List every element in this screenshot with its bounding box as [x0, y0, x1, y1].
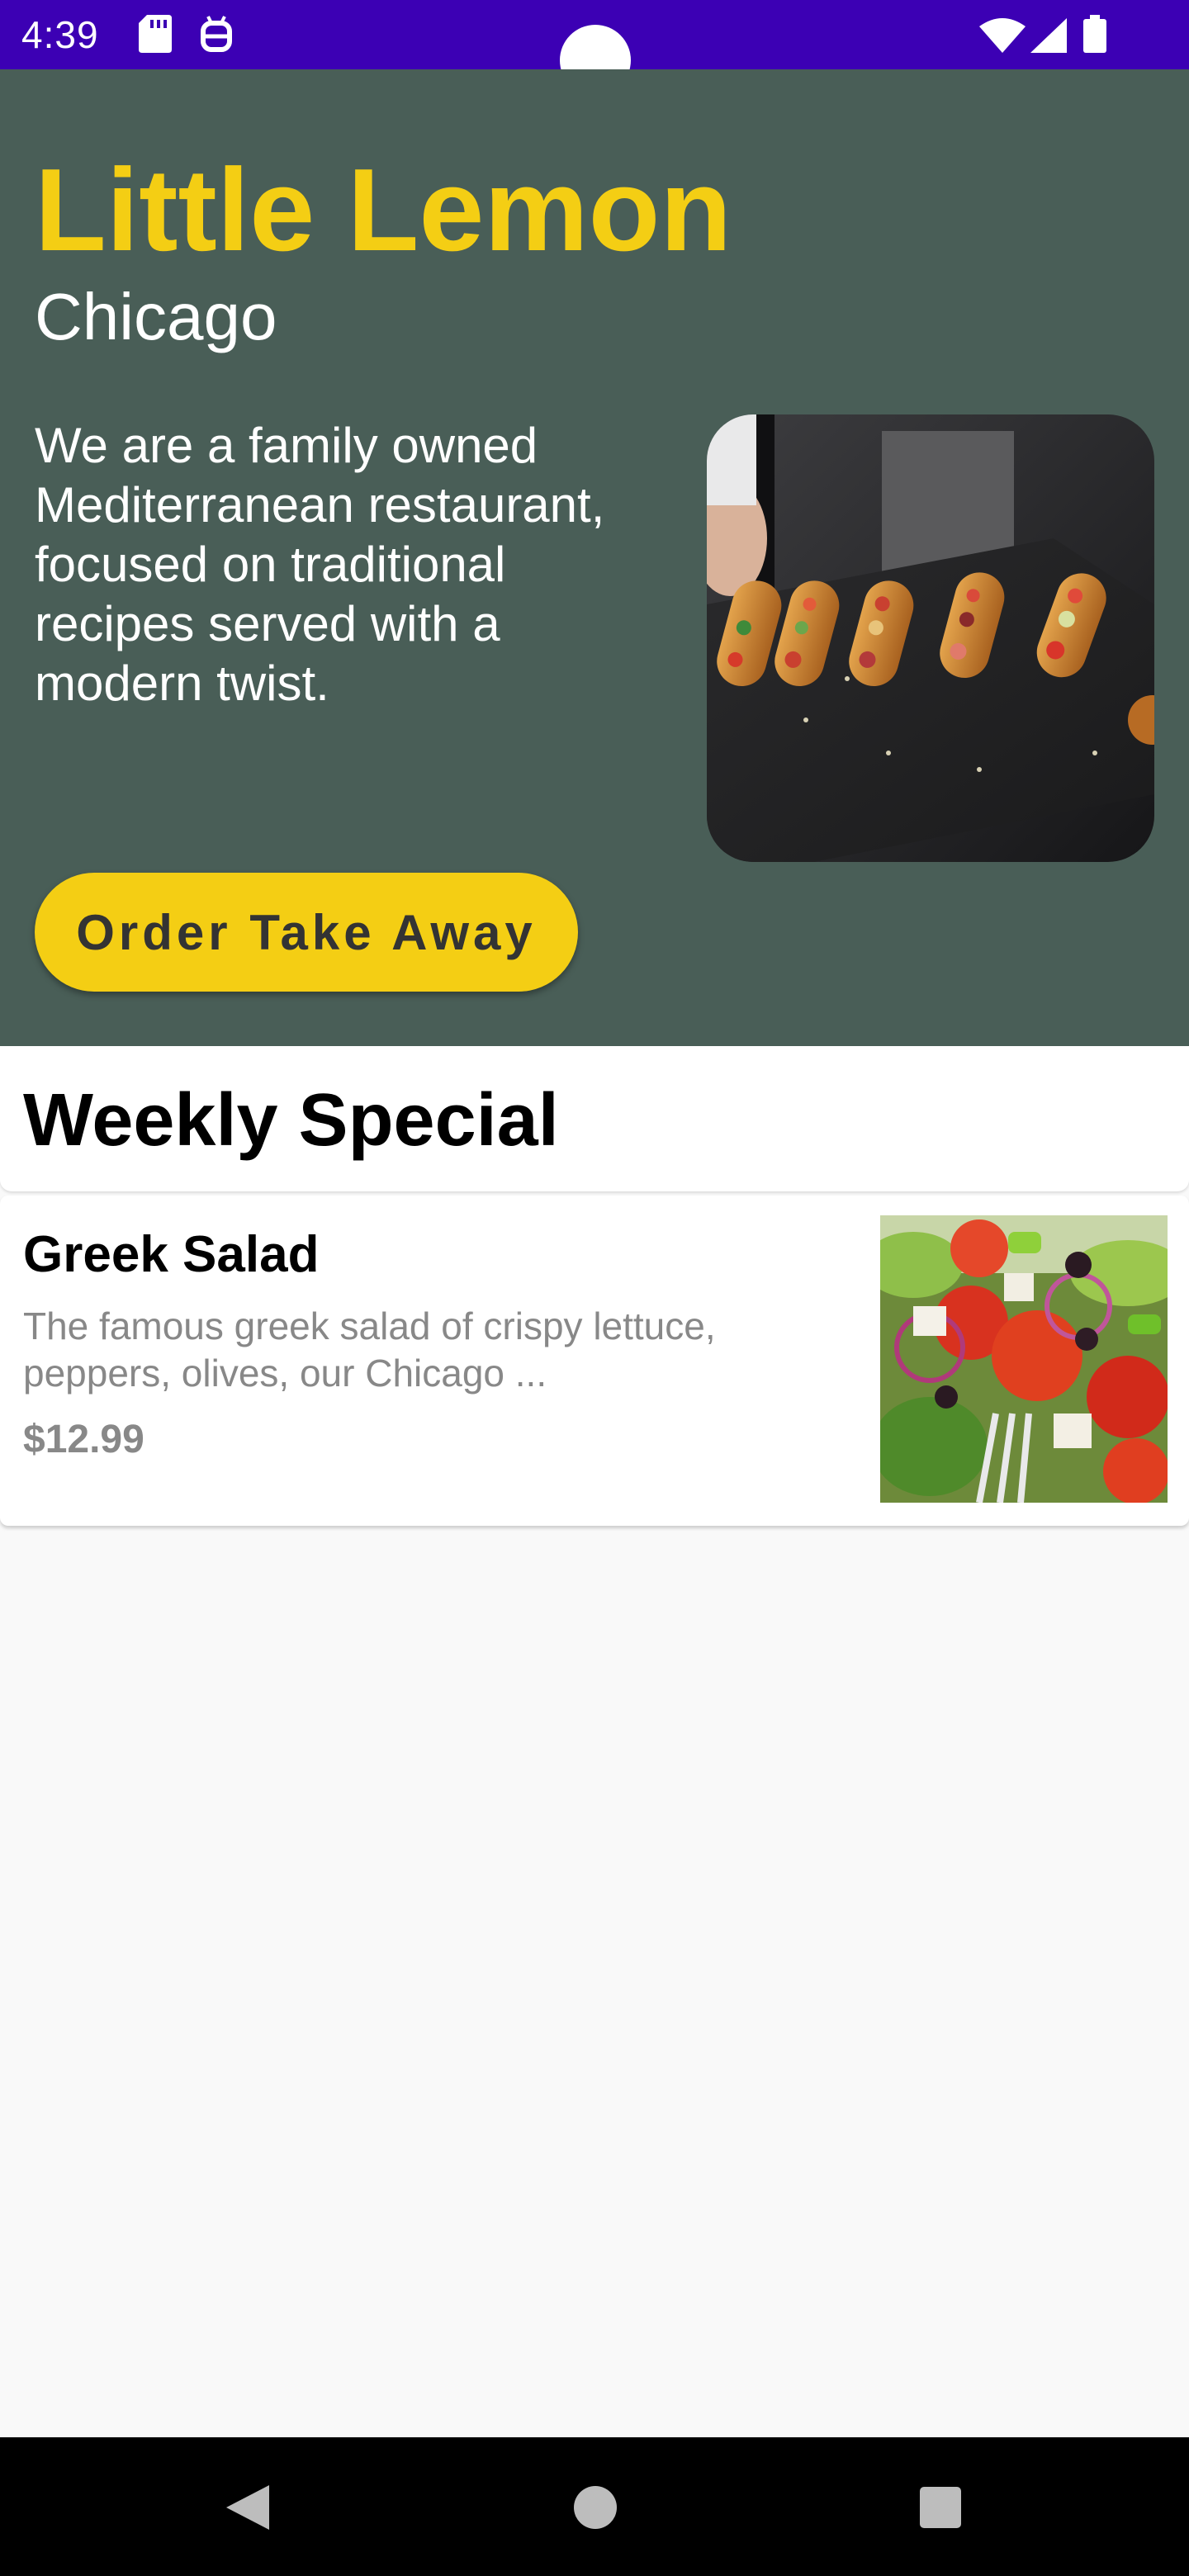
- dish-name: Greek Salad: [23, 1226, 320, 1283]
- status-bar: 4:39: [0, 0, 1189, 96]
- weekly-special-header: Weekly Special: [0, 1046, 1189, 1191]
- signal-icon: [1030, 18, 1067, 57]
- order-take-away-button[interactable]: Order Take Away: [35, 873, 578, 992]
- menu-item-card[interactable]: Greek Salad The famous greek salad of cr…: [0, 1196, 1189, 1526]
- home-icon[interactable]: [566, 2479, 624, 2536]
- wifi-icon: [979, 18, 1026, 57]
- restaurant-description: We are a family owned Mediterranean rest…: [35, 418, 605, 711]
- battery-icon: [1083, 15, 1106, 57]
- restaurant-title: Little Lemon: [35, 144, 732, 276]
- restaurant-city: Chicago: [35, 280, 277, 353]
- hero-section: Little Lemon Chicago We are a family own…: [0, 69, 1189, 1046]
- hero-food-image: [707, 414, 1154, 862]
- dish-price: $12.99: [23, 1418, 144, 1461]
- weekly-special-title: Weekly Special: [23, 1079, 559, 1162]
- dish-description: The famous greek salad of crispy lettuce…: [23, 1305, 716, 1395]
- greek-salad-image: [880, 1215, 1168, 1503]
- recents-icon[interactable]: [912, 2479, 969, 2536]
- sd-card-icon: [139, 15, 172, 57]
- back-icon[interactable]: [221, 2479, 279, 2536]
- status-time: 4:39: [21, 13, 99, 56]
- system-nav-bar: [0, 2437, 1189, 2576]
- android-debug-icon: [200, 15, 233, 57]
